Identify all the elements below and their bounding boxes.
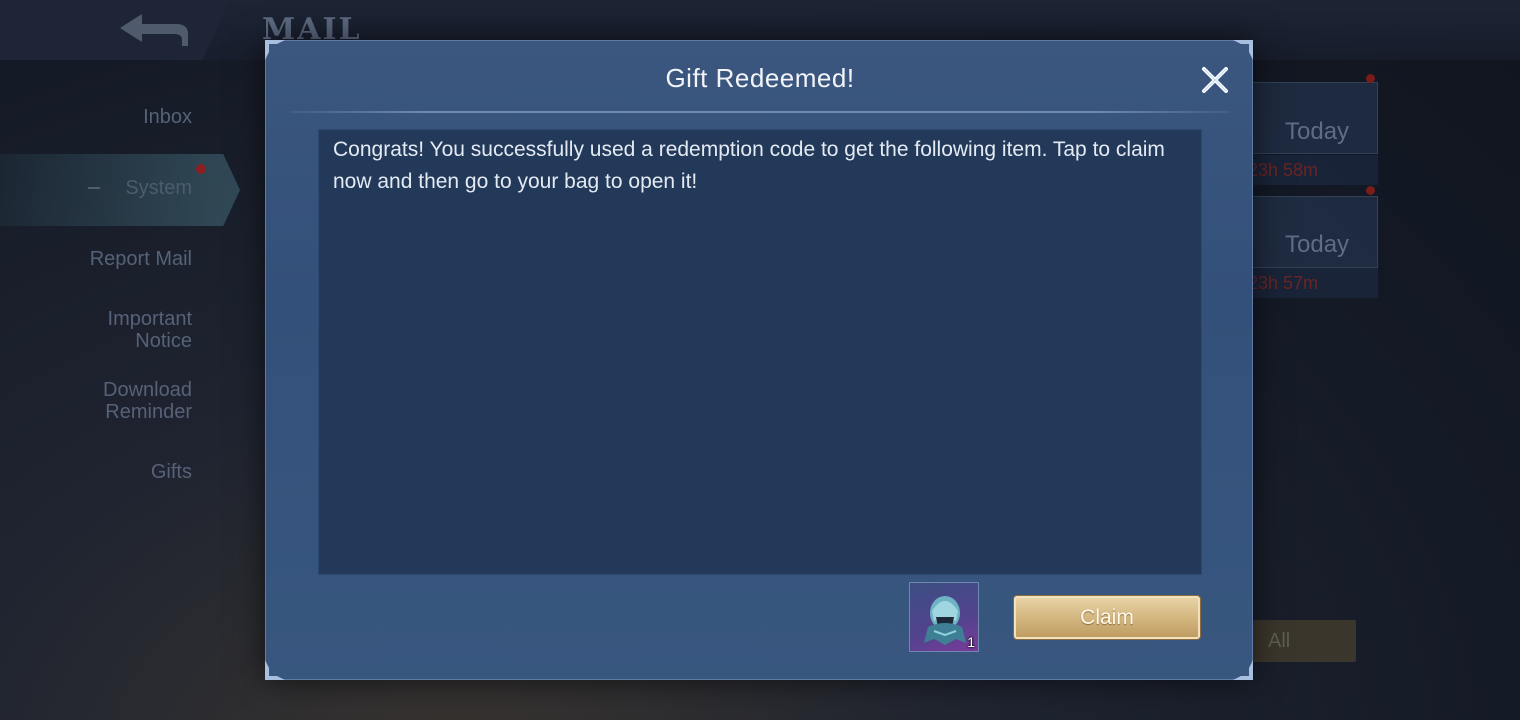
gift-redeemed-dialog: Gift Redeemed! Congrats! You successfull… [265,40,1253,680]
sidebar-item-system[interactable]: System [125,177,192,199]
mail-date: Today [1285,118,1350,145]
item-count: 1 [967,634,975,650]
system-notification-dot [196,164,206,174]
sidebar-item-important-notice[interactable]: Important Notice [72,308,192,352]
sidebar-item-report-mail[interactable]: Report Mail [90,248,192,270]
back-arrow-icon [120,14,188,46]
reward-item-slot[interactable]: 1 [909,582,979,652]
close-button[interactable] [1198,63,1232,97]
message-text: Congrats! You successfully used a redemp… [333,138,1165,193]
mail-date: Today [1285,231,1350,258]
mail-expiry: 23h 58m [1248,160,1319,180]
corner-ornament-icon [1233,40,1253,60]
mail-expiry: 23h 57m [1248,273,1319,293]
sidebar-item-gifts[interactable]: Gifts [151,461,192,483]
mail-notification-dot [1366,74,1375,83]
dialog-title: Gift Redeemed! [665,63,855,93]
title-divider [290,111,1230,113]
corner-ornament-icon [265,660,285,680]
message-box: Congrats! You successfully used a redemp… [318,129,1202,575]
sidebar-item-inbox[interactable]: Inbox [143,106,192,128]
corner-ornament-icon [265,40,285,60]
claim-all-label: All [1268,630,1291,652]
close-icon [1202,67,1228,93]
mail-notification-dot [1366,186,1375,195]
corner-ornament-icon [1233,660,1253,680]
sidebar-active-marker [88,187,100,189]
claim-button[interactable]: Claim [1014,596,1200,639]
sidebar-item-download-reminder[interactable]: Download Reminder [72,379,192,423]
